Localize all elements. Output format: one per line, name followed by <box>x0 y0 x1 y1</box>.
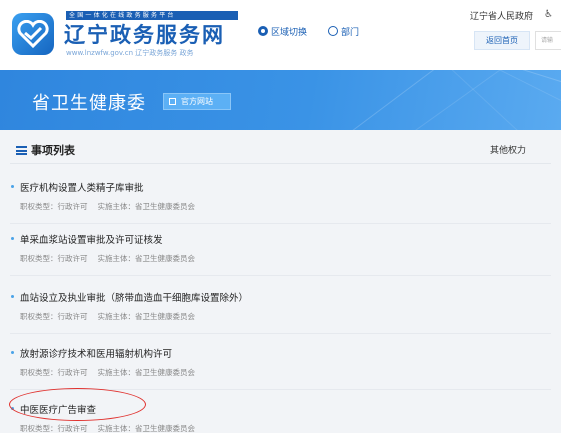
list-item[interactable]: 医疗机构设置人类精子库审批 职权类型：行政许可 实施主体：省卫生健康委员会 <box>10 172 551 224</box>
department-banner: 省卫生健康委 官方网站 <box>0 70 561 130</box>
divider <box>10 275 551 276</box>
divider <box>10 333 551 334</box>
item-meta: 职权类型：行政许可 实施主体：省卫生健康委员会 <box>20 253 195 264</box>
location-pin-icon <box>258 26 268 36</box>
provincial-government-link[interactable]: 辽宁省人民政府 <box>470 9 533 22</box>
list-item[interactable]: 血站设立及执业审批（脐带血造血干细胞库设置除外） 职权类型：行政许可 实施主体：省… <box>10 282 551 334</box>
home-button[interactable]: 返回首页 <box>474 31 530 50</box>
item-agency: 实施主体：省卫生健康委员会 <box>97 312 196 321</box>
official-site-button[interactable]: 官方网站 <box>163 93 231 110</box>
other-powers-tab[interactable]: 其他权力 <box>490 143 526 156</box>
logo-heart-icon[interactable] <box>12 13 54 55</box>
site-header: 全国一体化在线政务服务平台 辽宁政务服务网 www.lnzwfw.gov.cn … <box>0 0 561 70</box>
item-meta: 职权类型：行政许可 实施主体：省卫生健康委员会 <box>20 423 195 433</box>
department-link[interactable]: 部门 <box>328 25 359 38</box>
department-icon <box>328 26 338 36</box>
item-title[interactable]: 血站设立及执业审批（脐带血造血干细胞库设置除外） <box>10 290 248 304</box>
department-label: 部门 <box>341 28 360 38</box>
search-input[interactable]: 请输 <box>535 31 561 50</box>
department-title: 省卫生健康委 <box>32 93 146 114</box>
logo-title[interactable]: 辽宁政务服务网 <box>64 19 225 49</box>
item-type: 职权类型：行政许可 <box>20 368 88 377</box>
list-item[interactable]: 单采血浆站设置审批及许可证核发 职权类型：行政许可 实施主体：省卫生健康委员会 <box>10 224 551 276</box>
list-item[interactable]: 放射源诊疗技术和医用辐射机构许可 职权类型：行政许可 实施主体：省卫生健康委员会 <box>10 338 551 390</box>
item-meta: 职权类型：行政许可 实施主体：省卫生健康委员会 <box>20 367 195 378</box>
list-icon <box>16 146 27 155</box>
item-type: 职权类型：行政许可 <box>20 312 88 321</box>
item-meta: 职权类型：行政许可 实施主体：省卫生健康委员会 <box>20 201 195 212</box>
item-type: 职权类型：行政许可 <box>20 424 88 433</box>
region-switch-link[interactable]: 区域切换 <box>258 25 307 38</box>
item-agency: 实施主体：省卫生健康委员会 <box>97 254 196 263</box>
item-meta: 职权类型：行政许可 实施主体：省卫生健康委员会 <box>20 311 195 322</box>
logo-subtitle: www.lnzwfw.gov.cn 辽宁政务服务 政务 <box>66 49 194 57</box>
region-switch-label: 区域切换 <box>271 28 308 38</box>
official-site-label: 官方网站 <box>181 97 213 106</box>
accessibility-icon[interactable]: ♿ <box>544 9 553 20</box>
highlight-annotation <box>9 388 146 421</box>
item-title[interactable]: 单采血浆站设置审批及许可证核发 <box>11 232 163 246</box>
list-header: 事项列表 其他权力 <box>10 136 551 164</box>
item-type: 职权类型：行政许可 <box>20 202 88 211</box>
item-title[interactable]: 放射源诊疗技术和医用辐射机构许可 <box>10 346 172 360</box>
item-agency: 实施主体：省卫生健康委员会 <box>97 424 196 433</box>
official-site-icon <box>169 98 176 105</box>
list-title: 事项列表 <box>31 144 75 157</box>
item-agency: 实施主体：省卫生健康委员会 <box>97 368 196 377</box>
item-title[interactable]: 医疗机构设置人类精子库审批 <box>11 180 144 194</box>
item-agency: 实施主体：省卫生健康委员会 <box>97 202 196 211</box>
banner-decoration <box>352 70 561 130</box>
item-type: 职权类型：行政许可 <box>20 254 88 263</box>
